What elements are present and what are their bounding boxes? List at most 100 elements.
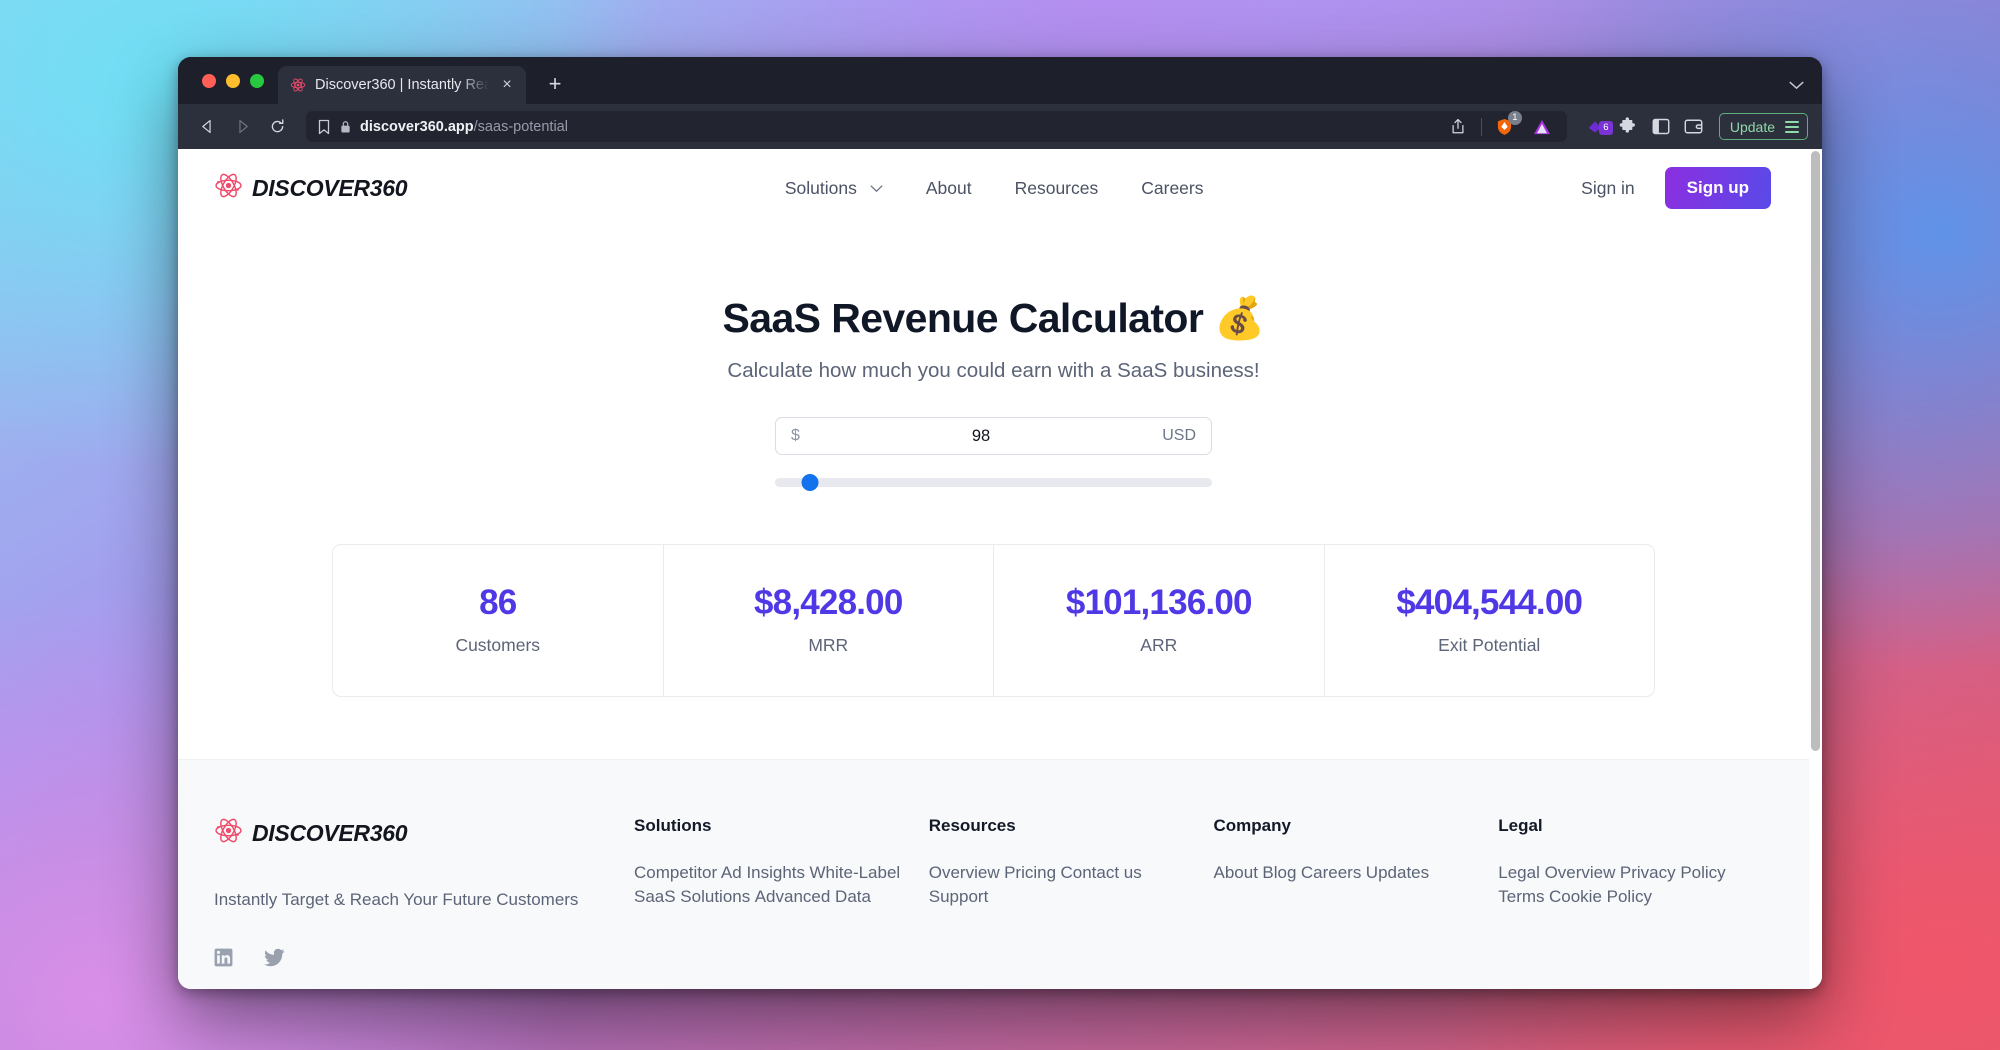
stat-card-mrr: $8,428.00 MRR: [662, 545, 994, 696]
stat-value: $404,544.00: [1396, 583, 1583, 622]
linkedin-icon[interactable]: [214, 948, 233, 967]
hero-section: SaaS Revenue Calculator 💰 Calculate how …: [178, 227, 1809, 697]
sidebar-panel-icon[interactable]: [1647, 113, 1675, 141]
web-page: DISCOVER360 Solutions About Resources Ca…: [178, 149, 1809, 989]
stat-label: Customers: [455, 635, 541, 655]
tab-close-icon[interactable]: ×: [498, 77, 516, 93]
footer-link[interactable]: Advanced Data: [755, 887, 871, 906]
footer-link[interactable]: Updates: [1366, 863, 1429, 882]
footer-link[interactable]: Blog: [1262, 863, 1296, 882]
new-tab-button[interactable]: +: [542, 73, 568, 95]
reload-icon[interactable]: [262, 112, 292, 142]
footer-link[interactable]: Legal Overview: [1498, 863, 1615, 882]
browser-tab[interactable]: Discover360 | Instantly Reach Y ×: [278, 66, 526, 104]
browser-toolbar: discover360.app/saas-potential 1 6 Updat…: [178, 104, 1822, 149]
footer-link-columns: Solutions Competitor Ad Insights White-L…: [634, 816, 1773, 989]
footer-brand-name: DISCOVER360: [252, 819, 408, 846]
site-footer: DISCOVER360 Instantly Target & Reach You…: [178, 759, 1809, 989]
nav-item-careers[interactable]: Careers: [1141, 178, 1203, 199]
footer-logo[interactable]: DISCOVER360: [214, 816, 634, 850]
sign-up-button[interactable]: Sign up: [1664, 167, 1771, 209]
footer-brand-column: DISCOVER360 Instantly Target & Reach You…: [214, 816, 634, 989]
scrollbar-thumb[interactable]: [1811, 151, 1820, 751]
atom-icon: [214, 171, 243, 205]
footer-link[interactable]: Contact us: [1060, 863, 1141, 882]
price-input[interactable]: 98: [812, 427, 1150, 446]
address-bar-url: discover360.app/saas-potential: [360, 119, 1427, 135]
nav-item-about[interactable]: About: [926, 178, 972, 199]
window-minimize-button[interactable]: [226, 73, 240, 88]
window-traffic-lights: [192, 57, 278, 104]
footer-social-links: [214, 948, 634, 967]
url-domain: discover360.app: [360, 118, 474, 135]
window-maximize-button[interactable]: [250, 73, 264, 88]
browser-window: Discover360 | Instantly Reach Y × +: [178, 57, 1822, 989]
shield-badge-count: 1: [1507, 110, 1522, 125]
extension-badge-count: 6: [1598, 120, 1613, 135]
price-input-group[interactable]: $ 98 USD: [775, 417, 1212, 455]
lock-icon: [340, 120, 351, 134]
stat-card-customers: 86 Customers: [333, 545, 663, 696]
main-navigation: Solutions About Resources Careers: [407, 178, 1581, 199]
window-close-button[interactable]: [202, 73, 216, 88]
page-title: SaaS Revenue Calculator 💰: [722, 295, 1266, 341]
forward-icon: [227, 112, 257, 142]
slider-thumb[interactable]: [801, 473, 819, 491]
share-icon[interactable]: [1444, 113, 1472, 141]
stat-card-exit-potential: $404,544.00 Exit Potential: [1323, 545, 1655, 696]
chevron-down-icon: [870, 181, 883, 196]
nav-item-solutions[interactable]: Solutions: [785, 178, 883, 199]
footer-column-legal: Legal Legal Overview Privacy Policy Term…: [1488, 816, 1773, 989]
currency-code-label: USD: [1162, 427, 1196, 444]
revenue-calculator: $ 98 USD: [775, 417, 1212, 491]
sign-in-link[interactable]: Sign in: [1581, 178, 1635, 199]
brave-triangle-icon[interactable]: [1528, 113, 1556, 141]
url-path: /saas-potential: [473, 118, 568, 135]
back-icon[interactable]: [192, 112, 222, 142]
extensions-puzzle-icon[interactable]: [1614, 113, 1642, 141]
currency-symbol: $: [791, 427, 800, 444]
site-brand-name: DISCOVER360: [252, 174, 408, 201]
stats-panel: 86 Customers $8,428.00 MRR $101,136.00 A…: [332, 544, 1655, 697]
stat-value: $101,136.00: [1065, 583, 1253, 622]
stat-card-arr: $101,136.00 ARR: [993, 545, 1324, 696]
stat-label: MRR: [808, 635, 849, 655]
footer-link[interactable]: Competitor Ad Insights: [634, 863, 805, 882]
twitter-icon[interactable]: [264, 948, 285, 967]
omnibox-actions: 1: [1436, 110, 1556, 141]
stat-label: ARR: [1140, 635, 1178, 655]
footer-link[interactable]: Cookie Policy: [1549, 887, 1652, 906]
address-bar[interactable]: discover360.app/saas-potential 1: [306, 110, 1567, 142]
nav-item-solutions-label: Solutions: [784, 177, 857, 198]
chevron-down-icon[interactable]: [1789, 77, 1804, 94]
bookmark-icon[interactable]: [317, 119, 331, 135]
brave-shield-icon[interactable]: 1: [1491, 110, 1522, 141]
atom-icon: [214, 816, 243, 850]
tab-strip: Discover360 | Instantly Reach Y × +: [178, 57, 1822, 104]
slider-track[interactable]: [775, 477, 1212, 487]
brave-wallet-icon[interactable]: [1680, 113, 1708, 141]
update-button[interactable]: Update: [1718, 113, 1808, 140]
hamburger-menu-icon[interactable]: [1785, 120, 1799, 133]
footer-column-title: Solutions: [634, 816, 712, 835]
footer-column-resources: Resources Overview Pricing Contact us Su…: [919, 816, 1204, 989]
update-button-label: Update: [1729, 118, 1775, 135]
footer-link[interactable]: Pricing: [1004, 863, 1056, 882]
footer-column-solutions: Solutions Competitor Ad Insights White-L…: [634, 816, 919, 989]
extension-purple-icon[interactable]: 6: [1581, 113, 1613, 141]
footer-link[interactable]: Privacy Policy: [1620, 863, 1726, 882]
footer-link[interactable]: Support: [929, 887, 989, 906]
nav-item-resources[interactable]: Resources: [1015, 178, 1099, 199]
desktop-wallpaper: Discover360 | Instantly Reach Y × +: [0, 0, 2000, 1050]
stat-value: 86: [479, 583, 517, 622]
footer-link[interactable]: About: [1214, 863, 1258, 882]
price-slider[interactable]: [775, 473, 1212, 491]
footer-column-title: Company: [1213, 816, 1291, 835]
footer-link[interactable]: Terms: [1498, 887, 1544, 906]
footer-link[interactable]: Careers: [1301, 863, 1361, 882]
footer-link[interactable]: Overview: [929, 863, 1000, 882]
stat-value: $8,428.00: [753, 583, 903, 622]
page-scrollbar[interactable]: [1809, 149, 1822, 989]
browser-tab-title: Discover360 | Instantly Reach Y: [315, 77, 489, 93]
site-logo[interactable]: DISCOVER360: [214, 171, 408, 205]
